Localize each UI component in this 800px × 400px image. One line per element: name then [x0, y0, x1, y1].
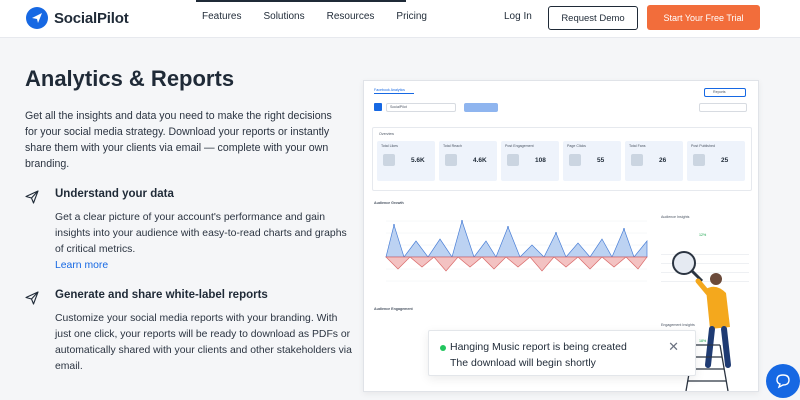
login-link[interactable]: Log In [504, 11, 532, 22]
audience-growth-title: Audience Growth [374, 201, 404, 205]
feature-title: Understand your data [55, 188, 174, 200]
audience-engagement-title: Audience Engagement [374, 307, 413, 311]
stat-card: Total Likes 5.6K [377, 141, 435, 181]
page-title: Analytics & Reports [25, 66, 235, 91]
nav-active-indicator [196, 0, 406, 2]
facebook-icon [374, 103, 382, 111]
clicks-icon [569, 154, 581, 166]
paper-plane-icon [25, 190, 39, 204]
account-name: SocialPilot [390, 105, 407, 109]
reach-icon [445, 154, 457, 166]
learn-more-link[interactable]: Learn more [55, 260, 108, 271]
nav-features[interactable]: Features [202, 11, 241, 22]
request-demo-button[interactable]: Request Demo [548, 6, 638, 30]
hero-description: Get all the insights and data you need t… [25, 110, 332, 170]
brand-logo[interactable]: SocialPilot [26, 7, 129, 29]
stat-label: Total Fans [629, 144, 646, 148]
stat-card: Total Fans 26 [625, 141, 683, 181]
stat-label: Total Likes [381, 144, 398, 148]
reports-dropdown-label: Reports [713, 90, 726, 94]
account-select[interactable]: SocialPilot [386, 103, 456, 112]
stat-value: 5.6K [411, 157, 425, 164]
stat-label: Post Published [691, 144, 715, 148]
feature-description: Get a clear picture of your account's pe… [55, 210, 355, 274]
toast-subtitle: The download will begin shortly [450, 357, 596, 369]
brand-name: SocialPilot [54, 9, 129, 27]
stat-value: 4.6K [473, 157, 487, 164]
success-status-dot [440, 345, 446, 351]
chat-launcher-button[interactable] [766, 364, 800, 398]
main-nav: Features Solutions Resources Pricing [202, 11, 427, 22]
free-trial-button[interactable]: Start Your Free Trial [647, 5, 760, 30]
overview-title: Overview [379, 132, 394, 136]
nav-pricing[interactable]: Pricing [396, 11, 427, 22]
reports-dropdown[interactable]: Reports [704, 88, 746, 97]
posts-icon [693, 154, 705, 166]
report-toast-notification: Hanging Music report is being created Th… [428, 330, 696, 376]
feature-description-text: Get a clear picture of your account's pe… [55, 212, 347, 255]
likes-icon [383, 154, 395, 166]
stat-card: Total Reach 4.6K [439, 141, 497, 181]
stat-value: 108 [535, 157, 546, 164]
stat-label: Page Clicks [567, 144, 586, 148]
nav-resources[interactable]: Resources [327, 11, 375, 22]
logo-icon [26, 7, 48, 29]
stat-value: 55 [597, 157, 605, 164]
close-icon[interactable]: ✕ [668, 339, 679, 355]
stat-card: Page Clicks 55 [563, 141, 621, 181]
chat-bubble-icon [776, 374, 790, 389]
stat-value: 25 [721, 157, 729, 164]
stat-label: Post Engagement [505, 144, 534, 148]
stat-card: Post Published 25 [687, 141, 745, 181]
stat-label: Total Reach [443, 144, 462, 148]
stat-card: Post Engagement 108 [501, 141, 559, 181]
toast-title: Hanging Music report is being created [450, 341, 627, 353]
date-range-select[interactable] [699, 103, 747, 112]
paper-plane-icon [25, 291, 39, 305]
top-navigation-bar: SocialPilot Features Solutions Resources… [0, 0, 800, 38]
engagement-icon [507, 154, 519, 166]
dashboard-title: Facebook Analytics [374, 88, 405, 92]
audience-insights-title: Audience Insights [661, 215, 690, 219]
dashboard-title-underline [374, 93, 414, 94]
apply-button[interactable] [464, 103, 498, 112]
stat-value: 26 [659, 157, 667, 164]
fans-icon [631, 154, 643, 166]
nav-solutions[interactable]: Solutions [263, 11, 304, 22]
feature-description: Customize your social media reports with… [55, 313, 352, 372]
audience-growth-chart [385, 219, 648, 282]
audience-insights-change: 12% [699, 233, 707, 237]
feature-title: Generate and share white-label reports [55, 289, 268, 301]
